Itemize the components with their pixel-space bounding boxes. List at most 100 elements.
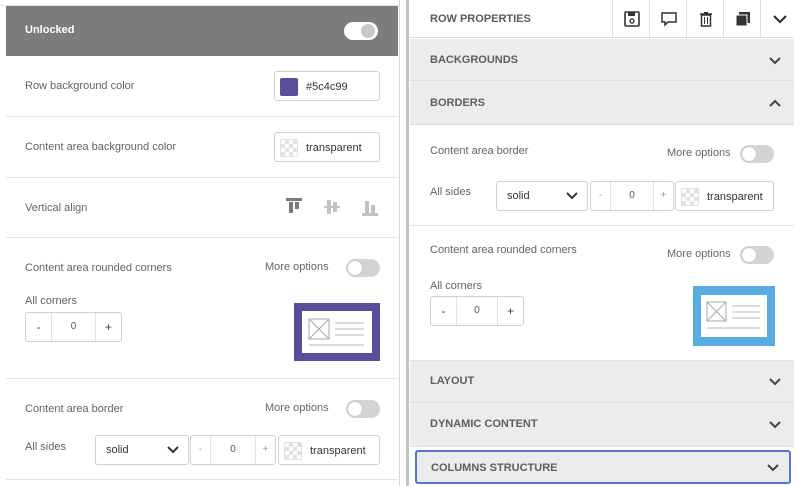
chevron-down-icon <box>773 15 787 24</box>
corners-preview <box>693 286 775 346</box>
increment-button[interactable]: + <box>95 313 121 341</box>
toggle-knob <box>742 147 756 161</box>
lock-bar: Unlocked <box>6 6 398 56</box>
increment-button[interactable]: + <box>255 436 275 464</box>
increment-button[interactable]: + <box>653 182 673 210</box>
chevron-down-icon <box>769 421 781 429</box>
border-color-value: transparent <box>310 445 366 457</box>
more-options-label: More options <box>667 147 731 159</box>
corners-value[interactable]: 0 <box>52 313 95 341</box>
chevron-down-icon <box>769 57 781 65</box>
backgrounds-section[interactable]: BACKGROUNDS <box>410 39 794 81</box>
lock-label: Unlocked <box>25 24 75 36</box>
border-more-options-toggle[interactable] <box>740 145 774 163</box>
corners-more-options-toggle[interactable] <box>346 259 380 277</box>
align-middle-icon[interactable] <box>324 198 340 216</box>
rounded-corners-setting: Content area rounded corners More option… <box>410 226 794 361</box>
borders-section[interactable]: BORDERS <box>410 81 794 125</box>
toggle-knob <box>348 402 362 416</box>
border-style-value: solid <box>507 190 530 202</box>
row-background-setting: Row background color #5c4c99 <box>6 56 398 117</box>
border-color-field[interactable]: transparent <box>675 181 774 211</box>
toggle-knob <box>348 261 362 275</box>
chevron-down-icon <box>767 464 779 472</box>
align-top-icon[interactable] <box>286 198 302 216</box>
border-style-select[interactable]: solid <box>496 181 588 211</box>
trash-icon <box>700 12 712 27</box>
chevron-up-icon <box>769 99 781 107</box>
border-label: Content area border <box>25 403 124 415</box>
border-width-value[interactable]: 0 <box>211 436 255 464</box>
corners-value[interactable]: 0 <box>457 297 497 325</box>
decrement-button[interactable]: - <box>191 436 211 464</box>
save-icon <box>624 11 640 27</box>
dynamic-content-section[interactable]: DYNAMIC CONTENT <box>410 403 794 447</box>
content-background-color-field[interactable]: transparent <box>274 132 380 162</box>
vertical-align-label: Vertical align <box>25 202 88 214</box>
row-background-label: Row background color <box>25 80 135 92</box>
toggle-knob <box>361 24 375 38</box>
rounded-corners-setting: Content area rounded corners More option… <box>6 238 398 379</box>
save-button[interactable] <box>612 0 649 38</box>
decrement-button[interactable]: - <box>431 297 457 325</box>
vertical-align-setting: Vertical align <box>6 178 398 238</box>
align-bottom-icon[interactable] <box>362 198 378 216</box>
border-style-select[interactable]: solid <box>95 435 189 465</box>
image-placeholder-icon <box>308 318 364 346</box>
row-background-color-field[interactable]: #5c4c99 <box>274 71 380 101</box>
layout-section[interactable]: LAYOUT <box>410 361 794 403</box>
delete-button[interactable] <box>686 0 723 38</box>
border-more-options-toggle[interactable] <box>346 400 380 418</box>
corners-more-options-toggle[interactable] <box>740 246 774 264</box>
preview-card <box>302 311 372 353</box>
chevron-down-icon <box>167 446 179 454</box>
border-width-stepper[interactable]: - 0 + <box>190 435 276 465</box>
dynamic-content-title: DYNAMIC CONTENT <box>430 418 538 430</box>
image-placeholder-icon <box>706 301 760 329</box>
border-setting: Content area border More options All sid… <box>410 125 794 226</box>
border-setting: Content area border More options All sid… <box>6 379 398 480</box>
backgrounds-title: BACKGROUNDS <box>430 54 518 66</box>
preview-card <box>701 295 767 337</box>
layout-title: LAYOUT <box>430 375 475 387</box>
row-properties-panel: ROW PROPERTIES BACKGROUNDS BORDERS Conte… <box>410 0 800 486</box>
duplicate-icon <box>735 12 750 27</box>
border-width-value[interactable]: 0 <box>611 182 653 210</box>
border-label: Content area border <box>430 145 529 157</box>
decrement-button[interactable]: - <box>591 182 611 210</box>
decrement-button[interactable]: - <box>26 313 52 341</box>
more-options-label: More options <box>265 402 329 414</box>
transparent-swatch <box>681 188 699 206</box>
all-sides-label: All sides <box>430 186 471 198</box>
collapse-panel-button[interactable] <box>760 0 797 38</box>
content-background-value: transparent <box>306 142 362 154</box>
all-corners-label: All corners <box>430 280 482 292</box>
rounded-corners-label: Content area rounded corners <box>25 262 172 274</box>
columns-structure-section[interactable]: COLUMNS STRUCTURE <box>415 450 791 484</box>
more-options-label: More options <box>265 261 329 273</box>
border-style-value: solid <box>106 444 129 456</box>
corners-stepper[interactable]: - 0 + <box>430 296 524 326</box>
border-color-value: transparent <box>707 191 763 203</box>
all-corners-label: All corners <box>25 295 77 307</box>
comment-button[interactable] <box>649 0 686 38</box>
border-width-stepper[interactable]: - 0 + <box>590 181 674 211</box>
increment-button[interactable]: + <box>497 297 523 325</box>
borders-title: BORDERS <box>430 97 486 109</box>
content-background-setting: Content area background color transparen… <box>6 117 398 178</box>
chevron-down-icon <box>566 192 578 200</box>
panel-header: ROW PROPERTIES <box>410 0 794 38</box>
border-color-field[interactable]: transparent <box>278 435 380 465</box>
transparent-swatch <box>280 139 298 157</box>
comment-icon <box>661 12 677 27</box>
chevron-down-icon <box>769 378 781 386</box>
lock-toggle[interactable] <box>344 22 378 40</box>
panel-divider <box>406 0 409 486</box>
rounded-corners-label: Content area rounded corners <box>430 244 577 256</box>
all-sides-label: All sides <box>25 441 66 453</box>
duplicate-button[interactable] <box>723 0 760 38</box>
columns-structure-title: COLUMNS STRUCTURE <box>431 462 558 474</box>
panel-title: ROW PROPERTIES <box>430 13 531 25</box>
color-swatch <box>280 78 298 96</box>
corners-stepper[interactable]: - 0 + <box>25 312 122 342</box>
